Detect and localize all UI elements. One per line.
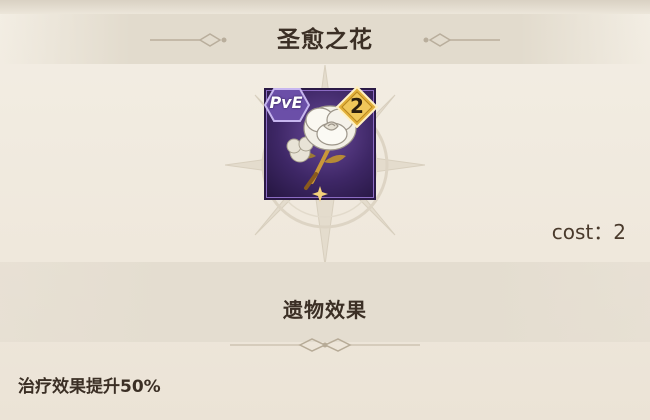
effect-section-title: 遗物效果 [283, 298, 367, 322]
level-badge: 2 [336, 86, 378, 128]
relic-detail-panel: 圣愈之花 PvE 2 cost：2 遗物效果 治疗效果提升50% [0, 0, 650, 420]
effect-description: 治疗效果提升50% [18, 377, 161, 397]
level-badge-label: 2 [350, 94, 364, 118]
relic-icon-frame[interactable]: PvE 2 [264, 86, 378, 202]
pve-badge: PvE [264, 88, 314, 122]
cost-label: cost：2 [551, 220, 626, 244]
section-divider-ornament [230, 338, 420, 352]
pve-badge-label: PvE [269, 93, 303, 112]
top-strip [0, 0, 650, 14]
relic-name: 圣愈之花 [277, 27, 373, 53]
